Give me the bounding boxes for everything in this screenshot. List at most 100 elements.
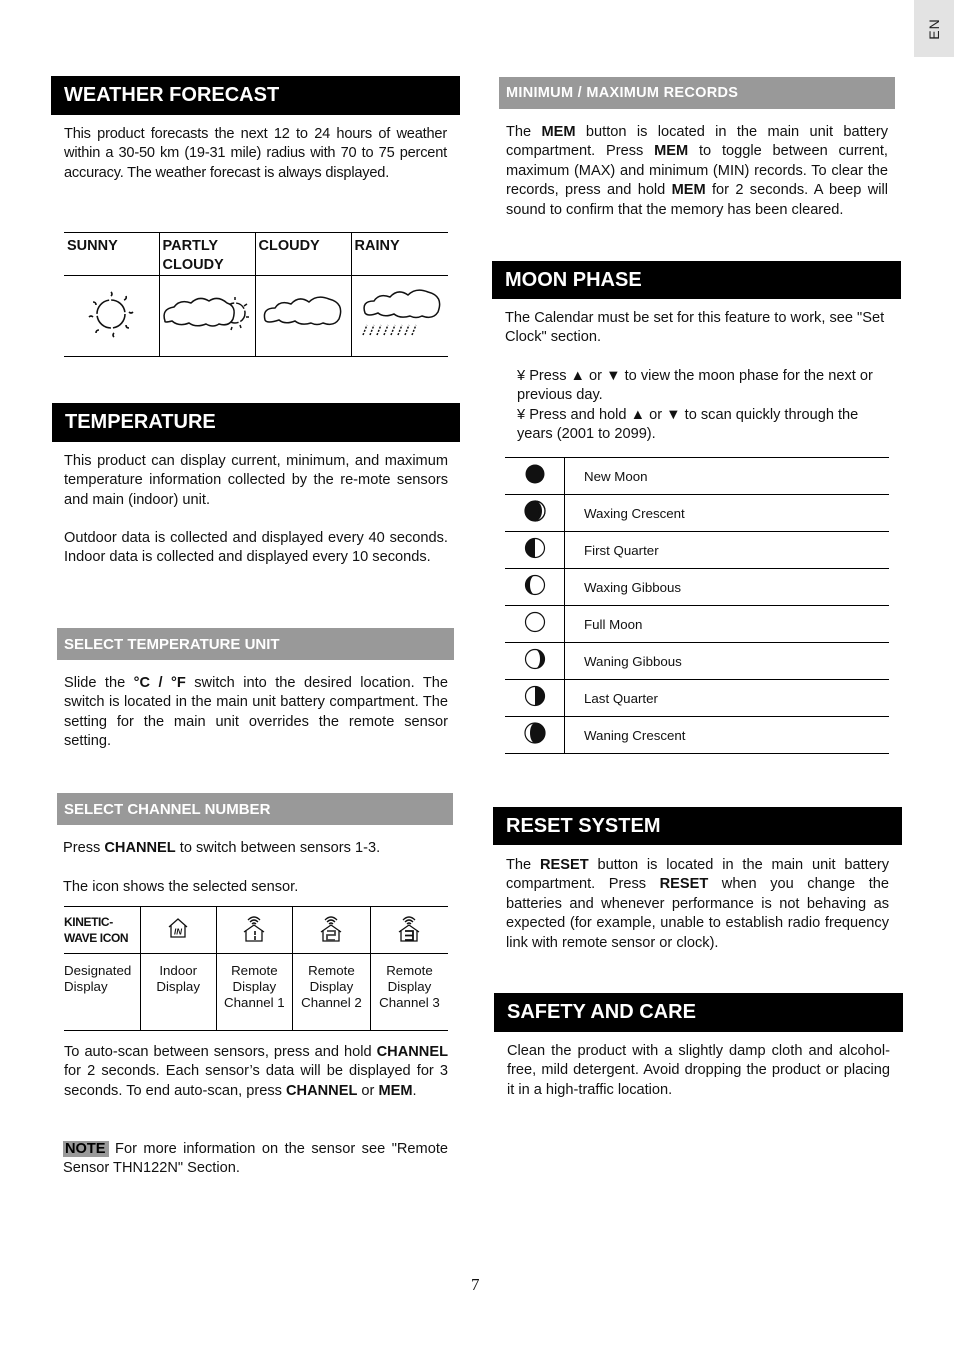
- channel-text-1: Press CHANNEL to switch between sensors …: [63, 839, 447, 858]
- min-max-heading: MINIMUM / MAXIMUM RECORDS: [499, 77, 895, 109]
- remote-channel-1-icon: [215, 906, 293, 954]
- moon-phase-label: Waxing Gibbous: [564, 568, 889, 606]
- weather-label-partly-cloudy: PARTLY CLOUDY: [158, 232, 255, 276]
- mem-button-label: MEM: [541, 124, 576, 140]
- note-text: NOTE For more information on the sensor …: [63, 1140, 448, 1179]
- text-run: or: [645, 407, 667, 423]
- weather-forecast-heading: WEATHER FORECAST: [51, 76, 460, 115]
- moon-phase-row: Waxing Crescent: [505, 494, 889, 532]
- moon-phase-row: Waxing Gibbous: [505, 568, 889, 606]
- channel-text-2: The icon shows the selected sensor.: [63, 879, 299, 895]
- language-tab: EN: [914, 0, 954, 57]
- cloudy-icon: [254, 275, 351, 357]
- text-run: Press and hold: [529, 407, 631, 423]
- moon-phase-text: The Calendar must be set for this featur…: [505, 310, 885, 346]
- temperature-text-1: This product can display current, minimu…: [64, 453, 448, 508]
- autoscan-text: To auto-scan between sensors, press and …: [64, 1043, 448, 1101]
- safety-care-title: SAFETY AND CARE: [507, 1001, 696, 1023]
- text-run: To auto-scan between sensors, press and …: [64, 1044, 377, 1060]
- moon-phase-label: Waning Gibbous: [564, 642, 889, 680]
- weather-forecast-title: WEATHER FORECAST: [64, 84, 280, 106]
- moon-phase-row: Full Moon: [505, 605, 889, 643]
- moon-phase-row: Waning Gibbous: [505, 642, 889, 680]
- mem-button-label: MEM: [671, 182, 706, 199]
- rainy-icon: [350, 275, 448, 357]
- remote-channel-2-icon: [291, 906, 371, 954]
- text-run: Press: [529, 368, 571, 384]
- up-arrow-icon: ▲: [630, 407, 646, 423]
- safety-care-heading: SAFETY AND CARE: [494, 993, 903, 1032]
- full-moon-icon: [505, 605, 565, 643]
- text-run: The: [506, 857, 540, 873]
- moon-phase-row: Waning Crescent: [505, 716, 889, 754]
- moon-phase-label: New Moon: [564, 457, 889, 495]
- channel-icons-table: KINETIC-WAVE ICON IN Designated Display …: [64, 906, 448, 1031]
- reset-system-text: The RESET button is located in the main …: [506, 856, 889, 953]
- waning-gibbous-icon: [505, 642, 565, 680]
- kinetic-wave-label: KINETIC-WAVE ICON: [64, 906, 141, 954]
- reset-system-heading: RESET SYSTEM: [493, 807, 902, 845]
- text-run: or: [585, 368, 607, 384]
- moon-phase-label: Full Moon: [564, 605, 889, 643]
- waxing-gibbous-icon: [505, 568, 565, 606]
- text-run: or: [357, 1082, 379, 1099]
- mem-button-label: MEM: [378, 1082, 413, 1099]
- select-temperature-unit-title: SELECT TEMPERATURE UNIT: [64, 635, 280, 653]
- remote-channel-3-icon: [369, 906, 448, 954]
- page-number: 7: [471, 1275, 480, 1294]
- indoor-house-icon: IN: [139, 906, 217, 954]
- waning-crescent-icon: [505, 716, 565, 754]
- unit-switch-label: °C / °F: [133, 675, 186, 691]
- select-unit-text: Slide the °C / °F switch into the desire…: [64, 674, 448, 752]
- moon-phase-row: Last Quarter: [505, 679, 889, 717]
- svg-text:IN: IN: [174, 927, 182, 936]
- last-quarter-icon: [505, 679, 565, 717]
- moon-phase-label: Waning Crescent: [564, 716, 889, 754]
- up-arrow-icon: ▲: [570, 368, 585, 384]
- text-run: Press: [63, 840, 105, 856]
- moon-phase-row: First Quarter: [505, 531, 889, 569]
- moon-phase-title: MOON PHASE: [505, 268, 642, 291]
- weather-label-sunny: SUNNY: [64, 232, 159, 276]
- indoor-display-label: Indoor Display: [139, 953, 217, 1031]
- temperature-heading: TEMPERATURE: [52, 403, 460, 442]
- select-channel-title: SELECT CHANNEL NUMBER: [64, 800, 271, 818]
- min-max-title: MINIMUM / MAXIMUM RECORDS: [506, 85, 739, 101]
- text-run: .: [412, 1082, 417, 1099]
- select-channel-heading: SELECT CHANNEL NUMBER: [57, 793, 453, 825]
- bullet-mark: ¥: [517, 368, 526, 384]
- language-code: EN: [926, 17, 942, 40]
- down-arrow-icon: ▼: [606, 368, 621, 384]
- reset-system-title: RESET SYSTEM: [506, 814, 661, 837]
- weather-icons-table: SUNNY PARTLY CLOUDY CLOUDY RAINY: [64, 232, 448, 357]
- moon-bullet-1: ¥ Press ▲ or ▼ to view the moon phase fo…: [517, 367, 892, 406]
- channel-button-label: CHANNEL: [286, 1082, 358, 1099]
- channel-2-label: Remote Display Channel 2: [291, 953, 371, 1031]
- weather-label-rainy: RAINY: [350, 232, 448, 276]
- text-run: to switch between sensors 1-3.: [175, 840, 381, 856]
- first-quarter-icon: [505, 531, 565, 569]
- reset-button-label: RESET: [659, 876, 709, 893]
- weather-forecast-text: This product forecasts the next 12 to 24…: [64, 126, 447, 181]
- temperature-text-2: Outdoor data is collected and displayed …: [64, 530, 448, 566]
- text-run: Slide the: [64, 675, 134, 691]
- mem-button-label: MEM: [654, 143, 689, 160]
- note-badge: NOTE: [63, 1141, 109, 1157]
- sun-icon: [64, 275, 159, 357]
- weather-label-cloudy: CLOUDY: [254, 232, 351, 276]
- down-arrow-icon: ▼: [666, 407, 681, 423]
- channel-3-label: Remote Display Channel 3: [369, 953, 448, 1031]
- safety-care-text: Clean the product with a slightly damp c…: [507, 1043, 890, 1098]
- moon-phase-label: Waxing Crescent: [564, 494, 889, 532]
- channel-1-label: Remote Display Channel 1: [215, 953, 293, 1031]
- moon-phase-heading: MOON PHASE: [492, 261, 901, 299]
- new-moon-icon: [505, 457, 565, 495]
- moon-phase-row: New Moon: [505, 457, 889, 495]
- waxing-crescent-icon: [505, 494, 565, 532]
- text-run: The: [506, 124, 542, 140]
- designated-display-label: Designated Display: [64, 953, 141, 1031]
- moon-phase-table: New Moon Waxing Crescent First Quarter W…: [505, 457, 889, 754]
- moon-phase-label: First Quarter: [564, 531, 889, 569]
- text-run: For more information on the sensor see "…: [63, 1141, 448, 1177]
- moon-bullet-2: ¥ Press and hold ▲ or ▼ to scan quickly …: [517, 406, 892, 445]
